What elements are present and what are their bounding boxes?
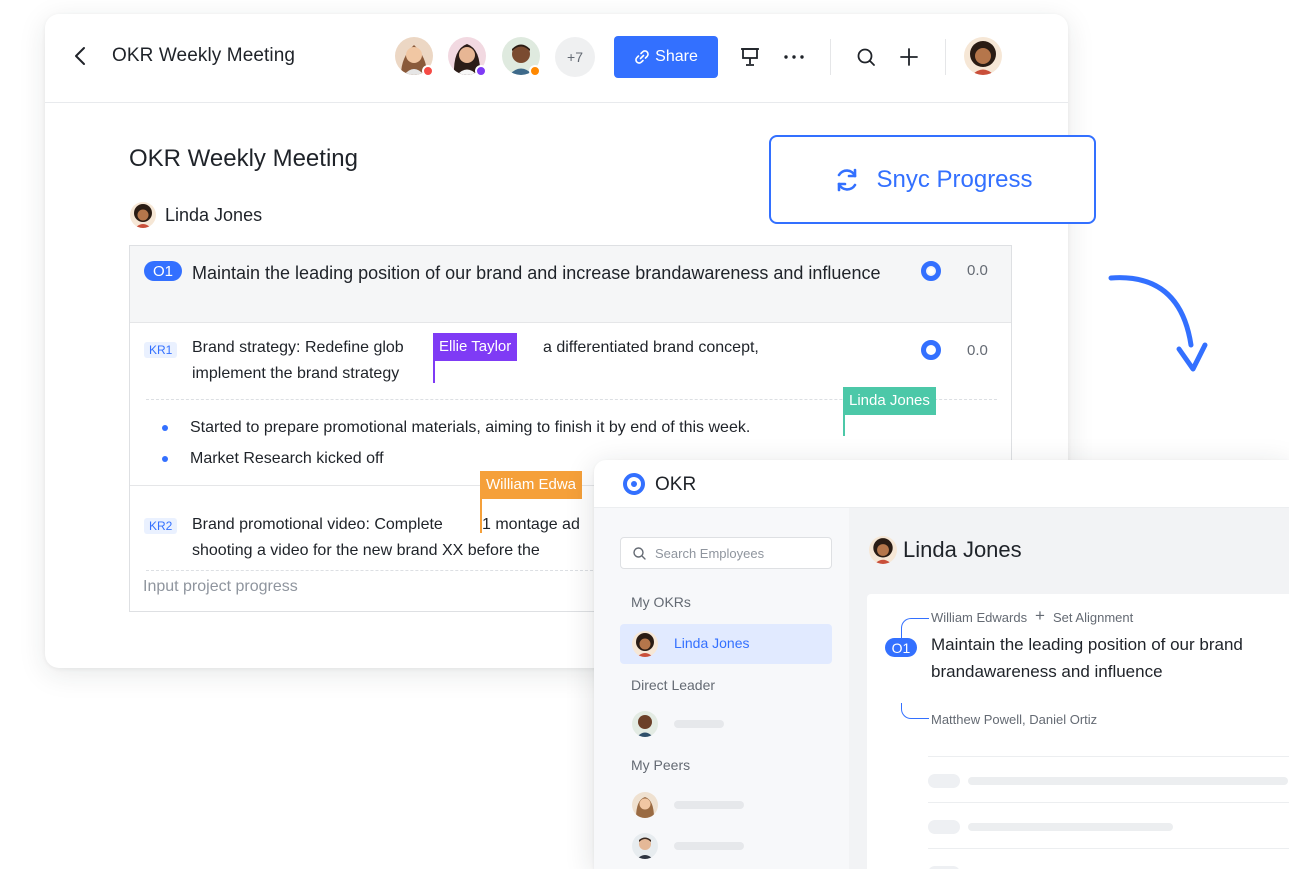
okr-app-window: OKR My OKRs Linda Jones Direct Leader My… <box>594 460 1289 869</box>
objective-badge: O1 <box>885 638 917 657</box>
avatar <box>632 631 658 657</box>
peer-avatar[interactable] <box>632 792 658 818</box>
cursor-caret <box>433 361 435 383</box>
progress-update-item[interactable]: Started to prepare promotional materials… <box>162 419 750 437</box>
row-divider <box>928 802 1289 803</box>
objective-text: Maintain the leading position of our bra… <box>192 263 881 283</box>
search-button[interactable] <box>854 45 878 69</box>
more-icon <box>784 55 804 59</box>
kr1-text-line2[interactable]: implement the brand strategy <box>192 361 399 387</box>
collaborator-status-dot <box>529 65 541 77</box>
section-my-okrs: My OKRs <box>631 594 691 610</box>
curved-arrow-icon <box>1108 275 1208 372</box>
main-owner-name: Linda Jones <box>903 537 1022 562</box>
kr2-text-line2[interactable]: shooting a video for the new brand XX be… <box>192 538 540 564</box>
document-heading: OKR Weekly Meeting <box>129 145 358 172</box>
okr-app-header: OKR <box>594 460 1289 508</box>
progress-input[interactable]: Input project progress <box>143 578 298 596</box>
owner-name: Linda Jones <box>165 204 263 225</box>
peer-avatar[interactable] <box>632 833 658 859</box>
set-alignment-link[interactable]: Set Alignment <box>1053 610 1133 625</box>
back-button[interactable] <box>71 44 91 68</box>
back-icon <box>75 47 85 65</box>
sidebar-item-linda-jones[interactable]: Linda Jones <box>620 624 832 664</box>
add-button[interactable] <box>897 45 921 69</box>
placeholder-badge <box>928 820 960 834</box>
okr-main-content: Linda Jones William Edwards + Set Alignm… <box>849 508 1289 869</box>
present-button[interactable] <box>738 45 762 69</box>
current-user-avatar[interactable] <box>964 37 1002 75</box>
more-collaborators-count[interactable]: +7 <box>555 37 595 77</box>
main-owner: Linda Jones <box>869 536 1022 564</box>
okr-owner: Linda Jones <box>130 202 262 228</box>
document-title: OKR Weekly Meeting <box>112 45 296 66</box>
sync-label: Snyc Progress <box>876 165 1033 193</box>
section-my-peers: My Peers <box>631 757 691 773</box>
sync-progress-button[interactable]: Snyc Progress <box>769 135 1096 224</box>
placeholder-bar <box>674 720 724 728</box>
bullet <box>162 456 168 462</box>
document-header: OKR Weekly Meeting +7 Share <box>45 14 1068 103</box>
plus-icon <box>900 48 918 66</box>
objective-badge: O1 <box>144 261 182 281</box>
share-label: Share <box>655 48 698 65</box>
alignment-connector <box>901 703 929 719</box>
sync-icon <box>838 168 857 191</box>
share-button[interactable]: Share <box>614 36 718 78</box>
sidebar-item-label: Linda Jones <box>674 635 750 651</box>
okr-sidebar: My OKRs Linda Jones Direct Leader My Pee… <box>594 508 849 869</box>
cursor-caret <box>480 499 482 533</box>
progress-update-text: Market Research kicked off <box>190 450 384 467</box>
kr-badge: KR2 <box>144 518 178 534</box>
objective-row[interactable]: O1 Maintain the leading position of our … <box>130 246 1011 323</box>
section-direct-leader: Direct Leader <box>631 677 716 693</box>
kr2-text-line1-b[interactable]: 1 montage ad <box>482 512 580 538</box>
row-divider <box>928 756 1289 757</box>
bullet <box>162 425 168 431</box>
kr2-text-line1-a[interactable]: Brand promotional video: Complete <box>192 512 443 538</box>
placeholder-bar <box>674 842 744 850</box>
present-icon <box>741 48 759 66</box>
progress-ring-icon <box>921 340 941 360</box>
okr-logo-icon <box>623 473 645 495</box>
aligned-from[interactable]: William Edwards <box>931 610 1027 625</box>
placeholder-bar <box>968 777 1288 785</box>
placeholder-badge <box>928 774 960 788</box>
cursor-caret <box>843 415 845 436</box>
leader-avatar[interactable] <box>632 711 658 737</box>
more-options-button[interactable] <box>782 45 806 69</box>
set-alignment-plus-icon[interactable]: + <box>1035 606 1045 626</box>
placeholder-bar <box>674 801 744 809</box>
objective-progress: 0.0 <box>967 262 988 279</box>
objective-text-line1[interactable]: Maintain the leading position of our bra… <box>931 631 1289 658</box>
search-icon <box>857 48 875 66</box>
collaborator-status-dot <box>475 65 487 77</box>
collaborator-status-dot <box>422 65 434 77</box>
search-icon <box>633 546 646 560</box>
link-icon <box>635 50 649 64</box>
header-divider <box>830 39 831 75</box>
objective-card: William Edwards + Set Alignment O1 Maint… <box>867 594 1289 869</box>
kr1-progress: 0.0 <box>967 342 988 359</box>
placeholder-bar <box>968 823 1173 831</box>
kr-badge: KR1 <box>144 342 178 358</box>
cursor-tag-ellie-taylor: Ellie Taylor <box>433 333 518 361</box>
objective-text-line2[interactable]: brandawareness and influence <box>931 658 1289 685</box>
aligned-by[interactable]: Matthew Powell, Daniel Ortiz <box>931 712 1097 727</box>
progress-update-text: Started to prepare promotional materials… <box>190 419 751 436</box>
avatar <box>869 536 897 564</box>
header-divider <box>945 39 946 75</box>
kr1-text-line1-a[interactable]: Brand strategy: Redefine glob <box>192 335 404 361</box>
cursor-tag-william-edwards: William Edwa <box>480 471 583 499</box>
progress-update-item[interactable]: Market Research kicked off <box>162 450 384 468</box>
kr1-text-line1-b[interactable]: a differentiated brand concept, <box>543 335 759 361</box>
owner-avatar <box>130 202 156 228</box>
progress-ring-icon <box>921 261 941 281</box>
cursor-tag-linda-jones: Linda Jones <box>843 387 936 415</box>
okr-app-title: OKR <box>655 474 697 495</box>
row-divider <box>928 848 1289 849</box>
employee-search[interactable] <box>620 537 832 569</box>
search-employees-input[interactable] <box>655 545 825 561</box>
